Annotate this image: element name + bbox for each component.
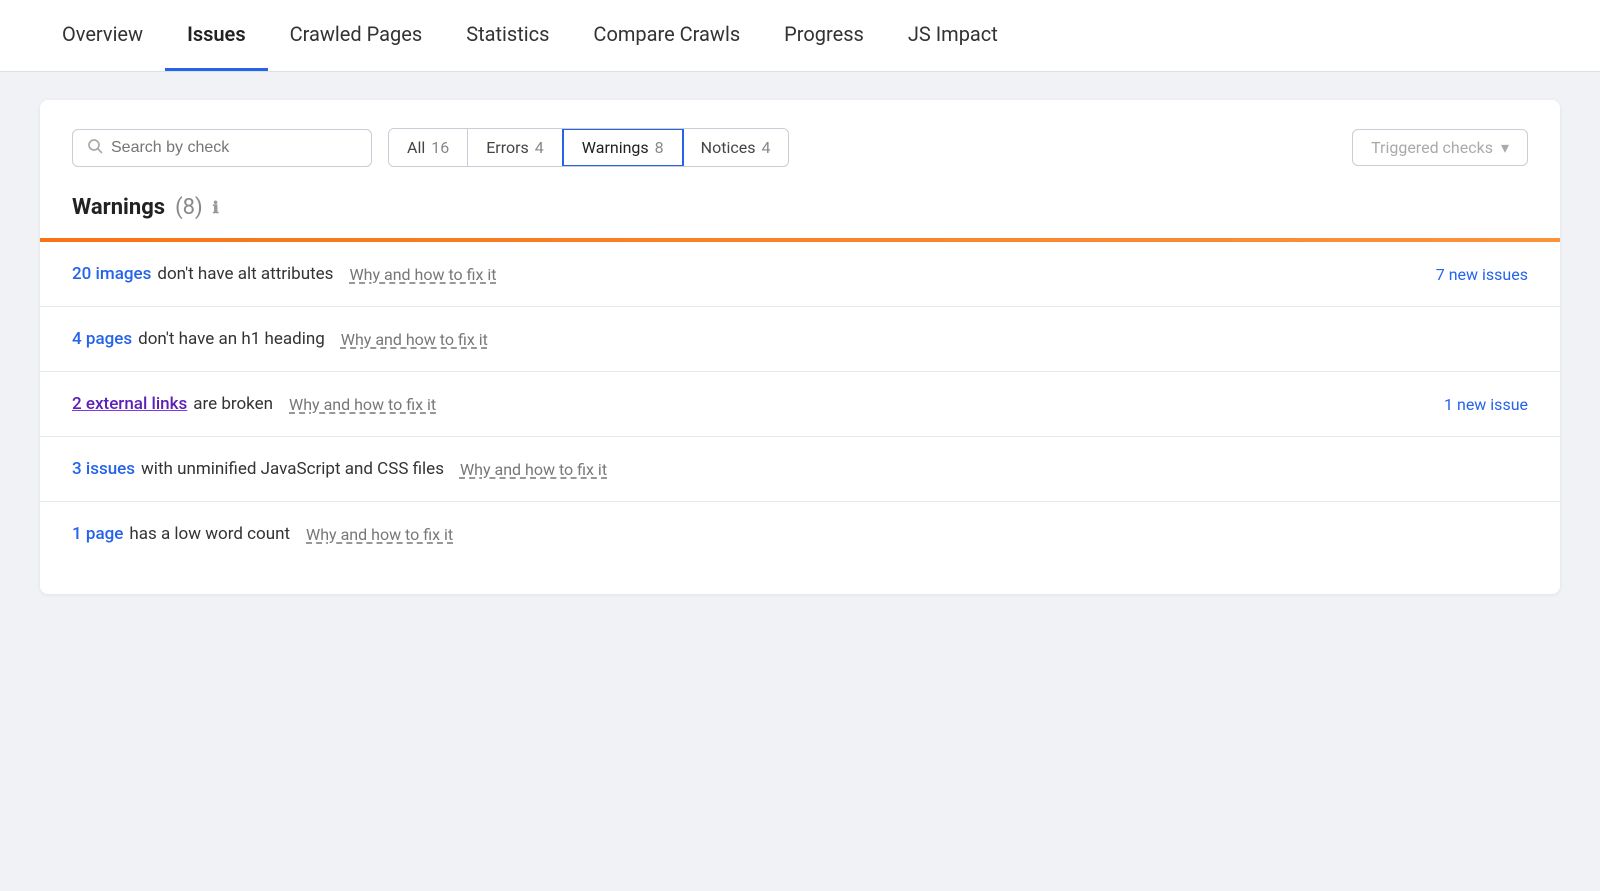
filter-tab-notices[interactable]: Notices 4	[683, 129, 789, 166]
chevron-down-icon: ▾	[1501, 138, 1509, 157]
filter-notices-label: Notices	[701, 138, 756, 157]
issues-list: 20 images don't have alt attributes Why …	[40, 242, 1560, 566]
issue-link-unminified[interactable]: 3 issues	[72, 459, 135, 479]
issue-link-word-count[interactable]: 1 page	[72, 524, 123, 544]
filter-warnings-label: Warnings	[582, 138, 649, 157]
filter-tab-warnings[interactable]: Warnings 8	[562, 128, 684, 167]
search-icon	[87, 138, 103, 158]
issue-rest-h1-heading: don't have an h1 heading	[138, 329, 325, 349]
issue-link-broken-links[interactable]: 2 external links	[72, 394, 187, 414]
issue-text-h1-heading: 4 pages don't have an h1 heading Why and…	[72, 329, 1496, 349]
issue-text-unminified: 3 issues with unminified JavaScript and …	[72, 459, 1496, 479]
issue-row-broken-links[interactable]: 2 external links are broken Why and how …	[40, 372, 1560, 437]
issue-text-broken-links: 2 external links are broken Why and how …	[72, 394, 1412, 414]
new-issues-badge-images-alt: 7 new issues	[1416, 265, 1528, 284]
new-issues-badge-broken-links: 1 new issue	[1424, 395, 1528, 414]
nav-item-js-impact[interactable]: JS Impact	[886, 0, 1020, 71]
filter-warnings-count: 8	[655, 138, 664, 157]
filter-all-label: All	[407, 138, 425, 157]
issue-row-word-count[interactable]: 1 page has a low word count Why and how …	[40, 502, 1560, 566]
search-input[interactable]	[111, 139, 357, 157]
nav-item-progress[interactable]: Progress	[762, 0, 886, 71]
why-fix-link-unminified[interactable]: Why and how to fix it	[460, 460, 607, 479]
filter-errors-label: Errors	[486, 138, 529, 157]
issue-row-images-alt[interactable]: 20 images don't have alt attributes Why …	[40, 242, 1560, 307]
nav-item-crawled-pages[interactable]: Crawled Pages	[268, 0, 445, 71]
issue-link-h1-heading[interactable]: 4 pages	[72, 329, 132, 349]
issue-rest-broken-links: are broken	[193, 394, 273, 414]
issue-rest-word-count: has a low word count	[129, 524, 290, 544]
filter-errors-count: 4	[535, 138, 544, 157]
issue-row-h1-heading[interactable]: 4 pages don't have an h1 heading Why and…	[40, 307, 1560, 372]
filter-tabs: All 16 Errors 4 Warnings 8 Notices 4	[388, 128, 789, 167]
issues-card: All 16 Errors 4 Warnings 8 Notices 4	[40, 100, 1560, 594]
why-fix-link-broken-links[interactable]: Why and how to fix it	[289, 395, 436, 414]
issue-text-word-count: 1 page has a low word count Why and how …	[72, 524, 1496, 544]
triggered-checks-button[interactable]: Triggered checks ▾	[1352, 129, 1528, 166]
nav-item-compare-crawls[interactable]: Compare Crawls	[571, 0, 762, 71]
issue-link-images-alt[interactable]: 20 images	[72, 264, 151, 284]
why-fix-link-images-alt[interactable]: Why and how to fix it	[349, 265, 496, 284]
issue-rest-unminified: with unminified JavaScript and CSS files	[141, 459, 444, 479]
filter-row: All 16 Errors 4 Warnings 8 Notices 4	[72, 128, 1528, 167]
why-fix-link-h1-heading[interactable]: Why and how to fix it	[341, 330, 488, 349]
filter-all-count: 16	[431, 138, 449, 157]
warnings-count: (8)	[175, 195, 203, 220]
why-fix-link-word-count[interactable]: Why and how to fix it	[306, 525, 453, 544]
main-content: All 16 Errors 4 Warnings 8 Notices 4	[0, 72, 1600, 594]
info-icon[interactable]: ℹ	[213, 198, 219, 217]
search-box[interactable]	[72, 129, 372, 167]
section-title: Warnings (8) ℹ	[72, 195, 1528, 220]
nav-item-issues[interactable]: Issues	[165, 0, 268, 71]
triggered-checks-label: Triggered checks	[1371, 138, 1493, 157]
warnings-title-text: Warnings	[72, 195, 165, 220]
filter-tab-all[interactable]: All 16	[389, 129, 468, 166]
issue-rest-images-alt: don't have alt attributes	[157, 264, 333, 284]
nav-item-statistics[interactable]: Statistics	[444, 0, 571, 71]
filter-tab-errors[interactable]: Errors 4	[468, 129, 563, 166]
issue-text-images-alt: 20 images don't have alt attributes Why …	[72, 264, 1404, 284]
top-navigation: Overview Issues Crawled Pages Statistics…	[0, 0, 1600, 72]
nav-item-overview[interactable]: Overview	[40, 0, 165, 71]
issue-row-unminified[interactable]: 3 issues with unminified JavaScript and …	[40, 437, 1560, 502]
filter-notices-count: 4	[761, 138, 770, 157]
